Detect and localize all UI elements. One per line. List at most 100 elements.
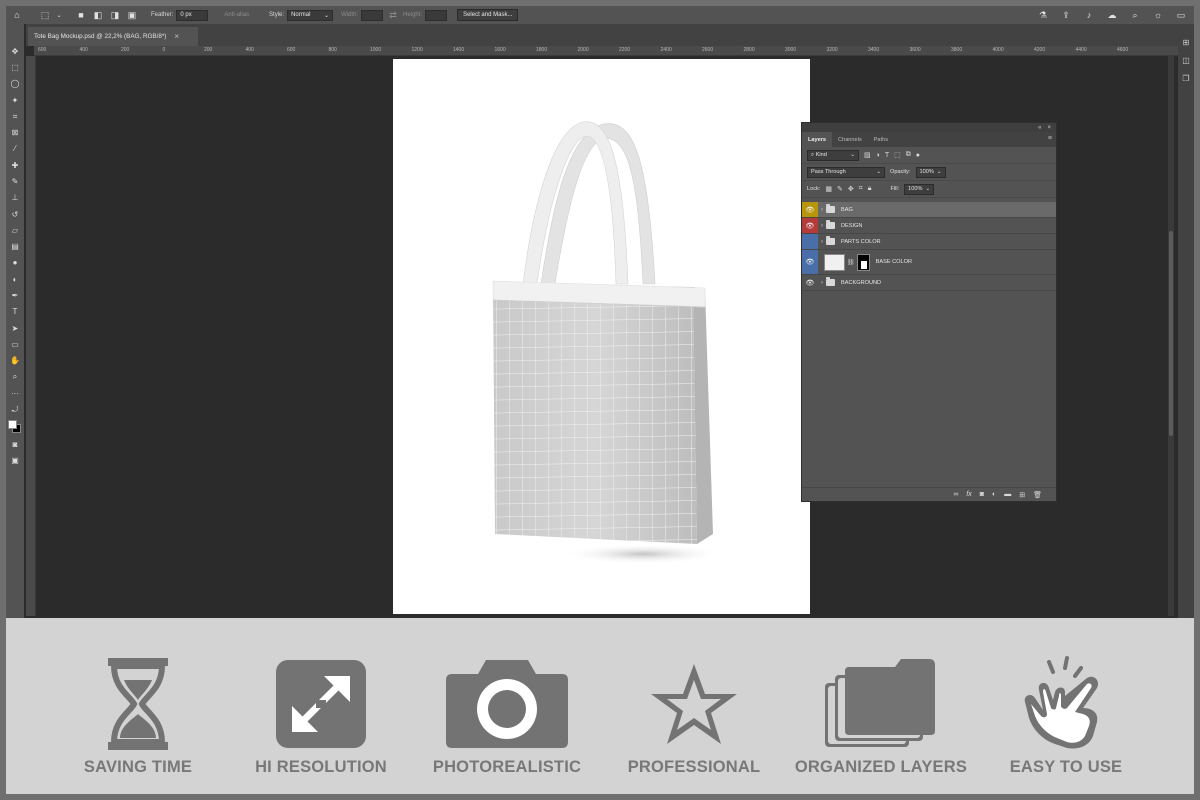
- hand-tool-icon[interactable]: ✋: [9, 355, 21, 367]
- tab-paths[interactable]: Paths: [868, 132, 894, 147]
- foreground-color-swatch[interactable]: [8, 420, 17, 430]
- lightbulb-icon[interactable]: ☼: [1151, 8, 1165, 22]
- blur-tool-icon[interactable]: ●: [9, 258, 21, 270]
- move-tool-icon[interactable]: ✥: [9, 46, 21, 58]
- blend-mode-select[interactable]: Pass Through ⌄: [807, 166, 885, 178]
- scrollbar-thumb[interactable]: [1169, 231, 1173, 436]
- filter-kind-select[interactable]: ⌕ Kind ⌄: [807, 149, 859, 161]
- type-filter-icon[interactable]: T: [885, 152, 889, 159]
- more-tools-icon[interactable]: ···: [9, 388, 21, 400]
- path-selection-icon[interactable]: ➤: [9, 323, 21, 335]
- swap-colors-icon[interactable]: ⤾: [9, 404, 21, 416]
- fill-input[interactable]: 100% ⌄: [904, 183, 935, 195]
- eyedropper-icon[interactable]: ⁄: [9, 144, 21, 156]
- layer-row[interactable]: › PARTS COLOR: [802, 234, 1056, 250]
- home-icon[interactable]: ⌂: [10, 8, 24, 22]
- visibility-eye-icon[interactable]: 👁︎: [802, 250, 818, 274]
- layer-mask-thumbnail[interactable]: [856, 253, 870, 271]
- fx-icon[interactable]: fx: [966, 491, 971, 498]
- properties-icon[interactable]: ⊞: [1183, 38, 1190, 47]
- crop-tool-icon[interactable]: ⌗: [9, 111, 21, 123]
- chevron-right-icon[interactable]: ›: [818, 223, 826, 229]
- document-tab[interactable]: Tote Bag Mockup.psd @ 22,2% (BAG, RGB/8*…: [28, 27, 198, 46]
- feather-input[interactable]: 0 px: [176, 9, 209, 21]
- gradient-tool-icon[interactable]: ▤: [9, 241, 21, 253]
- chevron-right-icon[interactable]: ›: [818, 280, 826, 286]
- intersect-selection-icon[interactable]: ▣: [125, 8, 139, 22]
- healing-brush-icon[interactable]: ✚: [9, 160, 21, 172]
- panel-menu-icon[interactable]: ≡: [1048, 135, 1052, 142]
- document-canvas[interactable]: [393, 59, 810, 614]
- eraser-icon[interactable]: ▱: [9, 225, 21, 237]
- lasso-tool-icon[interactable]: ◯: [9, 79, 21, 91]
- chevron-right-icon[interactable]: ›: [818, 239, 826, 245]
- marquee-tool-icon[interactable]: ⬚: [9, 62, 21, 74]
- zoom-tool-icon[interactable]: ⌕: [9, 372, 21, 384]
- workspace-icon[interactable]: ▭: [1174, 8, 1188, 22]
- history-brush-icon[interactable]: ↺: [9, 209, 21, 221]
- visibility-eye-icon[interactable]: [802, 234, 818, 249]
- pixel-filter-icon[interactable]: ▨: [864, 151, 871, 159]
- opacity-input[interactable]: 100% ⌄: [915, 166, 946, 178]
- lock-pixels-icon[interactable]: ✎: [837, 185, 843, 193]
- cloud-icon[interactable]: ☁: [1105, 8, 1119, 22]
- rectangle-tool-icon[interactable]: ▭: [9, 339, 21, 351]
- adjustment-filter-icon[interactable]: ◑: [876, 152, 880, 159]
- layer-row[interactable]: 👁︎ › BAG: [802, 202, 1056, 218]
- quick-mask-icon[interactable]: ◙: [9, 439, 21, 451]
- bell-icon[interactable]: ♪: [1082, 8, 1096, 22]
- pen-tool-icon[interactable]: ✒: [9, 290, 21, 302]
- filter-toggle-icon[interactable]: ●: [916, 152, 920, 159]
- close-icon[interactable]: ×: [174, 32, 179, 41]
- visibility-eye-icon[interactable]: 👁︎: [802, 275, 818, 290]
- chevron-right-icon[interactable]: ›: [818, 207, 826, 213]
- mask-link-icon[interactable]: ⛓︎: [847, 259, 855, 266]
- lock-artboard-icon[interactable]: ⌗: [859, 185, 863, 193]
- layer-row[interactable]: 👁︎ › BACKGROUND: [802, 275, 1056, 291]
- clone-stamp-icon[interactable]: ⊥: [9, 193, 21, 205]
- select-and-mask-button[interactable]: Select and Mask...: [457, 9, 519, 21]
- layer-thumbnail[interactable]: [824, 253, 845, 271]
- link-layers-icon[interactable]: ∞: [953, 491, 958, 498]
- tab-layers[interactable]: Layers: [802, 132, 833, 147]
- chevron-down-icon[interactable]: ⌄: [52, 8, 66, 22]
- collapse-icon[interactable]: «: [1038, 125, 1041, 131]
- anti-alias-label[interactable]: Anti-alias: [224, 12, 249, 18]
- smart-object-filter-icon[interactable]: ⧉: [906, 151, 911, 159]
- search-icon[interactable]: ⌕: [1128, 8, 1142, 22]
- style-select[interactable]: Normal ⌄: [287, 9, 334, 21]
- lock-position-icon[interactable]: ✥: [848, 185, 854, 193]
- magic-wand-icon[interactable]: ✦: [9, 95, 21, 107]
- shape-filter-icon[interactable]: ⬚: [894, 151, 901, 159]
- tab-channels[interactable]: Channels: [832, 132, 868, 147]
- trash-icon[interactable]: 🗑︎: [1033, 491, 1042, 499]
- layers-panel-icon[interactable]: ❐: [1182, 74, 1189, 83]
- share-icon[interactable]: ⇪: [1059, 8, 1073, 22]
- subtract-selection-icon[interactable]: ◨: [108, 8, 122, 22]
- new-selection-icon[interactable]: ■: [74, 8, 88, 22]
- add-mask-icon[interactable]: ◙: [980, 491, 984, 498]
- new-group-icon[interactable]: ▬: [1004, 491, 1011, 498]
- layer-row[interactable]: 👁︎ › DESIGN: [802, 218, 1056, 234]
- frame-tool-icon[interactable]: ⊠: [9, 127, 21, 139]
- color-swatches[interactable]: [8, 420, 22, 434]
- width-input[interactable]: [361, 9, 384, 21]
- brush-tool-icon[interactable]: ✎: [9, 176, 21, 188]
- lock-all-icon[interactable]: 🔒︎: [868, 185, 872, 193]
- marquee-tool-icon[interactable]: ⬚: [38, 8, 52, 22]
- visibility-eye-icon[interactable]: 👁︎: [802, 218, 818, 233]
- dodge-tool-icon[interactable]: ◐: [9, 274, 21, 286]
- flask-icon[interactable]: ⚗: [1036, 8, 1050, 22]
- lock-transparency-icon[interactable]: ▦: [825, 185, 832, 193]
- layer-row[interactable]: 👁︎ ⛓︎ BASE COLOR: [802, 250, 1056, 275]
- screen-mode-icon[interactable]: ▣: [9, 455, 21, 467]
- vertical-scrollbar[interactable]: [1168, 56, 1174, 616]
- type-tool-icon[interactable]: T: [9, 307, 21, 319]
- adjustment-layer-icon[interactable]: ◐: [992, 491, 996, 498]
- height-input[interactable]: [425, 9, 448, 21]
- adjustments-icon[interactable]: ◫: [1182, 56, 1190, 65]
- new-layer-icon[interactable]: ⊞: [1019, 491, 1025, 499]
- close-icon[interactable]: ×: [1047, 125, 1051, 131]
- swap-icon[interactable]: ⇄: [386, 8, 400, 22]
- visibility-eye-icon[interactable]: 👁︎: [802, 202, 818, 217]
